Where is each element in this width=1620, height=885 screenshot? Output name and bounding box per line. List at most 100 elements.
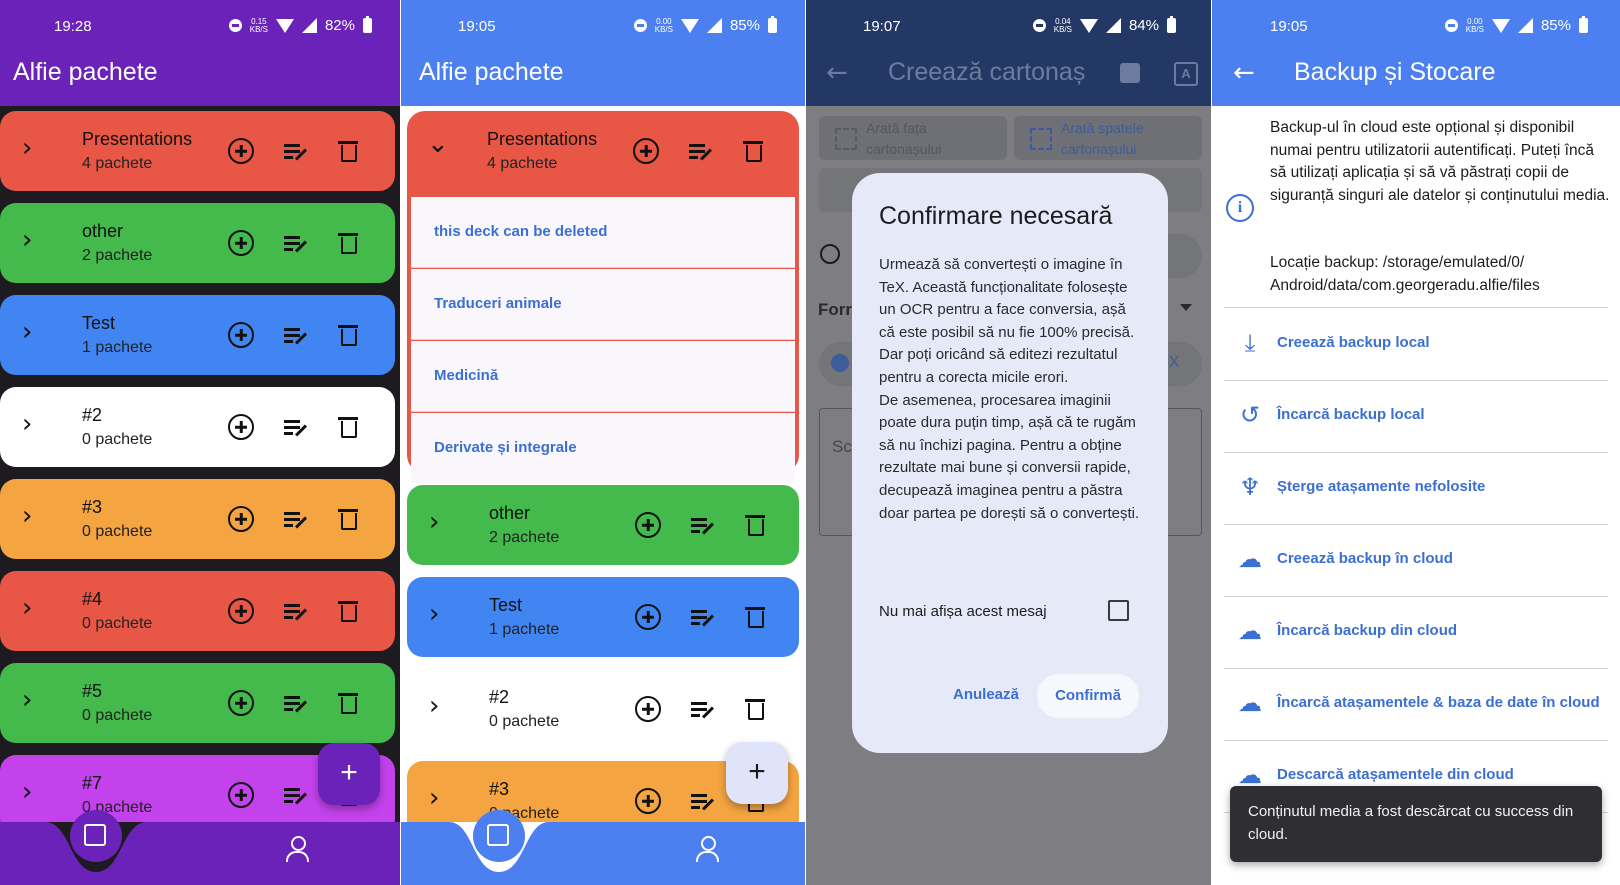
chevron-right-icon[interactable]: › xyxy=(22,409,32,439)
subdeck-item[interactable]: Traduceri animale xyxy=(411,269,795,340)
timer-icon[interactable] xyxy=(820,244,840,264)
nav-profile-icon[interactable] xyxy=(285,836,309,862)
chevron-right-icon[interactable]: › xyxy=(429,783,439,813)
delete-deck-icon[interactable] xyxy=(337,598,363,624)
chevron-right-icon[interactable]: › xyxy=(22,777,32,807)
delete-deck-icon[interactable] xyxy=(744,512,770,538)
nav-notch xyxy=(45,822,147,872)
edit-deck-icon[interactable] xyxy=(282,782,308,808)
edit-deck-icon[interactable] xyxy=(689,788,715,814)
add-card-icon[interactable] xyxy=(228,414,254,440)
chevron-right-icon[interactable]: › xyxy=(22,225,32,255)
add-deck-fab[interactable]: + xyxy=(726,742,788,804)
delete-deck-icon[interactable] xyxy=(744,696,770,722)
deck-name: Test xyxy=(82,313,116,333)
add-card-icon[interactable] xyxy=(228,690,254,716)
edit-deck-icon[interactable] xyxy=(687,138,713,164)
backup-option[interactable]: ☁ Creează backup în cloud xyxy=(1224,524,1608,597)
cancel-button[interactable]: Anulează xyxy=(953,686,1019,703)
edit-deck-icon[interactable] xyxy=(282,230,308,256)
nav-decks-button[interactable] xyxy=(70,810,122,862)
dont-show-again-checkbox[interactable] xyxy=(1108,600,1129,621)
edit-deck-icon[interactable] xyxy=(282,690,308,716)
add-card-icon[interactable] xyxy=(228,598,254,624)
deck-count: 2 pachete xyxy=(82,247,153,264)
tab-back-side[interactable]: Arată spatele cartonașului xyxy=(1014,116,1202,160)
subdeck-item[interactable]: this deck can be deleted xyxy=(411,197,795,268)
tab-front-side[interactable]: Arată fața cartonașului xyxy=(819,116,1007,160)
backup-option[interactable]: ♆ Șterge atașamente nefolosite xyxy=(1224,452,1608,525)
deck-card[interactable]: › Presentations 4 pachete xyxy=(0,111,395,191)
nav-profile-icon[interactable] xyxy=(695,836,719,862)
chevron-right-icon[interactable]: › xyxy=(429,599,439,629)
deck-card[interactable]: › #5 0 pachete xyxy=(0,663,395,743)
subdeck-item[interactable]: Derivate și integrale xyxy=(411,413,795,483)
dialog-checkbox-label: Nu mai afișa acest mesaj xyxy=(879,603,1047,620)
deck-card[interactable]: › other 2 pachete xyxy=(407,485,799,565)
save-icon[interactable] xyxy=(1120,63,1140,83)
delete-deck-icon[interactable] xyxy=(337,506,363,532)
delete-deck-icon[interactable] xyxy=(337,138,363,164)
edit-deck-icon[interactable] xyxy=(282,138,308,164)
chevron-right-icon[interactable]: › xyxy=(22,593,32,623)
deck-count: 1 pachete xyxy=(82,339,153,356)
dropdown-arrow-icon[interactable] xyxy=(1180,304,1192,311)
edit-deck-icon[interactable] xyxy=(689,604,715,630)
delete-deck-icon[interactable] xyxy=(744,604,770,630)
back-arrow-icon[interactable]: ← xyxy=(826,58,848,88)
delete-deck-icon[interactable] xyxy=(337,414,363,440)
add-card-icon[interactable] xyxy=(635,788,661,814)
chevron-right-icon[interactable]: › xyxy=(22,501,32,531)
deck-name: Presentations xyxy=(82,129,193,149)
add-card-icon[interactable] xyxy=(635,604,661,630)
cards-icon xyxy=(84,824,106,846)
delete-deck-icon[interactable] xyxy=(742,138,768,164)
chevron-right-icon[interactable]: › xyxy=(429,691,439,721)
deck-card[interactable]: › #3 0 pachete xyxy=(0,479,395,559)
chevron-right-icon[interactable]: › xyxy=(22,685,32,715)
subdeck-item[interactable]: Medicină xyxy=(411,341,795,412)
backup-option[interactable]: ☁ Încarcă atașamentele & baza de date în … xyxy=(1224,668,1608,741)
add-card-icon[interactable] xyxy=(228,138,254,164)
delete-deck-icon[interactable] xyxy=(337,322,363,348)
backup-option[interactable]: ⤓ Creează backup local xyxy=(1224,308,1608,381)
add-card-icon[interactable] xyxy=(228,782,254,808)
chevron-right-icon[interactable]: › xyxy=(429,507,439,537)
edit-deck-icon[interactable] xyxy=(282,598,308,624)
deck-card[interactable]: › #2 0 pachete xyxy=(0,387,395,467)
backup-option[interactable]: ☁ Încarcă backup din cloud xyxy=(1224,596,1608,669)
back-arrow-icon[interactable]: ← xyxy=(1233,58,1255,88)
confirm-button[interactable]: Confirmă xyxy=(1037,674,1139,718)
chevron-down-icon[interactable]: ⌄ xyxy=(427,129,449,159)
delete-deck-icon[interactable] xyxy=(337,230,363,256)
chevron-right-icon[interactable]: › xyxy=(22,317,32,347)
add-card-icon[interactable] xyxy=(635,512,661,538)
status-bar: 19:07 0.04 KB/S 84% xyxy=(806,0,1211,54)
edit-deck-icon[interactable] xyxy=(282,322,308,348)
chevron-right-icon[interactable]: › xyxy=(22,133,32,163)
network-speed: 0.00 KB/S xyxy=(1465,16,1484,34)
network-speed: 0.15 KB/S xyxy=(249,16,268,34)
edit-deck-icon[interactable] xyxy=(689,696,715,722)
text-format-icon[interactable]: A xyxy=(1174,62,1198,86)
battery-icon xyxy=(768,16,777,33)
deck-card[interactable]: › #4 0 pachete xyxy=(0,571,395,651)
add-card-icon[interactable] xyxy=(228,230,254,256)
deck-card-presentations[interactable]: ⌄ Presentations 4 pachete xyxy=(411,115,795,191)
delete-deck-icon[interactable] xyxy=(337,690,363,716)
add-card-icon[interactable] xyxy=(635,696,661,722)
edit-deck-icon[interactable] xyxy=(282,414,308,440)
backup-option[interactable]: ↺ Încarcă backup local xyxy=(1224,380,1608,453)
deck-card[interactable]: › Test 1 pachete xyxy=(0,295,395,375)
add-card-icon[interactable] xyxy=(228,322,254,348)
add-deck-fab[interactable]: + xyxy=(318,743,380,805)
add-card-icon[interactable] xyxy=(228,506,254,532)
add-card-icon[interactable] xyxy=(633,138,659,164)
deck-card[interactable]: › Test 1 pachete xyxy=(407,577,799,657)
edit-deck-icon[interactable] xyxy=(689,512,715,538)
nav-decks-button[interactable] xyxy=(473,810,525,862)
deck-name: #7 xyxy=(82,773,103,793)
deck-card[interactable]: › #2 0 pachete xyxy=(407,669,799,749)
edit-deck-icon[interactable] xyxy=(282,506,308,532)
deck-card[interactable]: › other 2 pachete xyxy=(0,203,395,283)
